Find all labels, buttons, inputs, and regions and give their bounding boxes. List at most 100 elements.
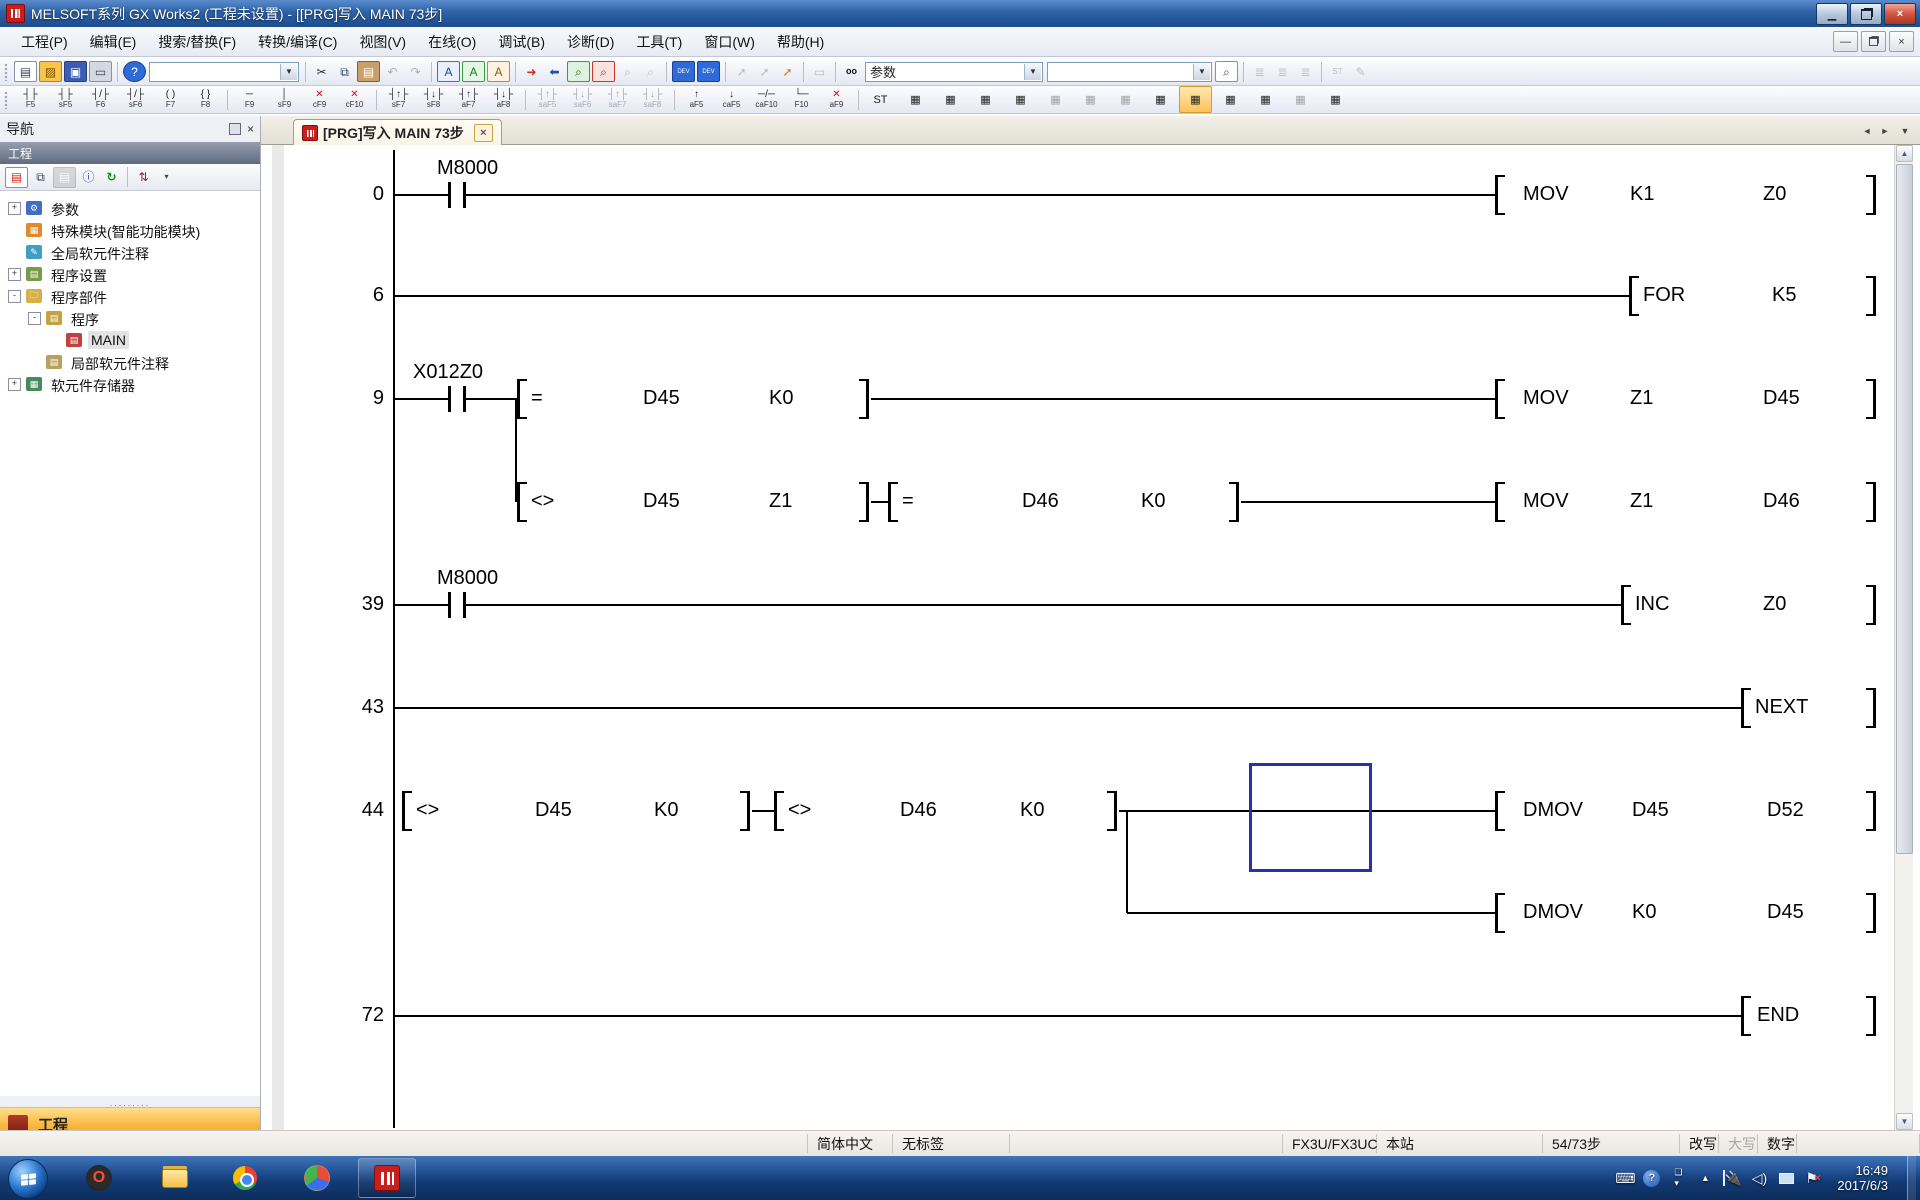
new-icon[interactable]: ▤ [14, 61, 37, 82]
device-comment-icon[interactable]: A [437, 61, 460, 82]
ladder-tool-aF7[interactable]: ┤↑├aF7 [452, 86, 485, 113]
toolbar-combo[interactable]: ▼ [1047, 62, 1212, 82]
menu-item-2[interactable]: 搜索/替换(F) [147, 28, 247, 56]
gx-works2-taskbar-icon[interactable] [358, 1158, 416, 1198]
ladder-editor-canvas[interactable] [261, 145, 1894, 1130]
tree-item-程序部件[interactable]: -🗀程序部件 [0, 285, 260, 307]
inline-st-box-icon[interactable]: ST [864, 86, 897, 113]
nav-sort-arrow[interactable]: ▾ [156, 168, 177, 187]
ladder-tool-sF5[interactable]: ┤├sF5 [49, 86, 82, 113]
tree-item-软元件存储器[interactable]: +▦软元件存储器 [0, 373, 260, 395]
mdi-minimize-button[interactable]: — [1833, 31, 1858, 52]
action-center-icon[interactable]: ⚑✕ [1804, 1170, 1822, 1187]
monitor-mode-icon[interactable]: ▦ [1214, 86, 1247, 113]
copy-icon[interactable]: ⧉ [334, 62, 355, 81]
scroll-down-icon[interactable]: ▼ [1896, 1113, 1913, 1130]
close-button[interactable]: × [1884, 3, 1916, 25]
tree-item-程序设置[interactable]: +▤程序设置 [0, 263, 260, 285]
edit-ladder-icon[interactable]: ▦ [899, 86, 932, 113]
tab-main-program[interactable]: [PRG]写入 MAIN 73步 × [293, 119, 502, 146]
mdi-restore-button[interactable] [1861, 31, 1886, 52]
browser-ball-icon[interactable] [288, 1158, 346, 1198]
read-plc-icon[interactable]: ⬅ [544, 62, 565, 81]
scrollbar-thumb[interactable] [1896, 164, 1913, 854]
edit-note-icon[interactable]: ▦ [1004, 86, 1037, 113]
combo-dropdown-icon[interactable]: ▼ [280, 64, 297, 80]
ladder-tool-aF8[interactable]: ┤↓├aF8 [487, 86, 520, 113]
menu-item-6[interactable]: 调试(B) [487, 28, 556, 56]
print-icon[interactable]: ▭ [89, 61, 112, 82]
keyboard-icon[interactable]: ⌨ [1616, 1170, 1634, 1187]
toolbar-combo[interactable]: ▼ [149, 62, 299, 82]
ladder-tool-cF9[interactable]: ✕cF9 [303, 86, 336, 113]
ladder-tool-sF6[interactable]: ┤/├sF6 [119, 86, 152, 113]
monitor-stop-icon[interactable]: ⌕ [592, 61, 615, 82]
menu-item-10[interactable]: 帮助(H) [766, 28, 835, 56]
network-icon[interactable] [1777, 1173, 1795, 1184]
minimize-button[interactable]: ▁ [1816, 3, 1848, 25]
cut-icon[interactable]: ✂ [311, 62, 332, 81]
find-doc-icon[interactable]: ⌕ [1215, 61, 1238, 82]
help-icon[interactable]: ? [123, 61, 146, 82]
pin-icon[interactable] [229, 123, 241, 135]
nav-refresh-icon[interactable]: ↻ [101, 168, 122, 187]
ime-help-icon[interactable]: ? [1643, 1170, 1660, 1187]
tab-scroll-left-icon[interactable]: ◄ [1858, 122, 1876, 140]
save-icon[interactable]: ▣ [64, 61, 87, 82]
ladder-edit-icon[interactable]: ▦ [1144, 86, 1177, 113]
scroll-up-icon[interactable]: ▲ [1896, 145, 1913, 162]
explorer-icon[interactable] [146, 1158, 204, 1198]
tree-item-参数[interactable]: +⚙参数 [0, 197, 260, 219]
tree-item-程序[interactable]: -▤程序 [0, 307, 260, 329]
ladder-tool-aF9[interactable]: ✕aF9 [820, 86, 853, 113]
battery-icon[interactable]: 🔌 [1723, 1170, 1741, 1187]
monitor-start-icon[interactable]: ⌕ [567, 61, 590, 82]
ladder-tool-F6[interactable]: ┤/├F6 [84, 86, 117, 113]
tree-item-MAIN[interactable]: ▤MAIN [0, 329, 260, 351]
menu-item-5[interactable]: 在线(O) [417, 28, 487, 56]
ladder-tool-sF9[interactable]: │sF9 [268, 86, 301, 113]
menu-item-9[interactable]: 窗口(W) [693, 28, 766, 56]
tab-list-icon[interactable]: ▼ [1896, 122, 1914, 140]
tree-expander-icon[interactable]: + [8, 378, 21, 391]
monitor-write-icon[interactable]: ▦ [1249, 86, 1282, 113]
tree-item-局部软元件注释[interactable]: ▤局部软元件注释 [0, 351, 260, 373]
dev-batch-icon[interactable]: DEV [697, 61, 720, 82]
ladder-tool-caF10[interactable]: ─/─caF10 [750, 86, 783, 113]
ladder-tool-F8[interactable]: { }F8 [189, 86, 222, 113]
ladder-tool-F10[interactable]: └─F10 [785, 86, 818, 113]
menu-item-3[interactable]: 转换/编译(C) [247, 28, 348, 56]
edit-statement-icon[interactable]: ▦ [969, 86, 1002, 113]
nav-new-icon[interactable]: ▤ [5, 167, 28, 188]
menu-item-7[interactable]: 诊断(D) [556, 28, 625, 56]
taskbar-clock[interactable]: 16:49 2017/6/3 [1837, 1163, 1888, 1193]
toolbar-combo-参数[interactable]: 参数▼ [865, 62, 1043, 82]
show-hidden-icons[interactable]: ▲ [1696, 1173, 1714, 1183]
menu-item-0[interactable]: 工程(P) [10, 28, 79, 56]
volume-icon[interactable]: ◁) [1750, 1170, 1768, 1187]
mdi-close-button[interactable]: × [1889, 31, 1914, 52]
edit-comment-icon[interactable]: ▦ [934, 86, 967, 113]
tab-close-icon[interactable]: × [474, 124, 493, 142]
restore-small-icon[interactable]: ❏▾ [1669, 1167, 1687, 1189]
ladder-tool-sF8[interactable]: ┤↓├sF8 [417, 86, 450, 113]
opera-icon[interactable]: O [70, 1158, 128, 1198]
ladder-tool-F9[interactable]: ─F9 [233, 86, 266, 113]
menu-item-8[interactable]: 工具(T) [625, 28, 693, 56]
combo-dropdown-icon[interactable]: ▼ [1193, 64, 1210, 80]
show-desktop-button[interactable] [1907, 1156, 1916, 1200]
tree-expander-icon[interactable]: - [8, 290, 21, 303]
open-icon[interactable]: ▨ [39, 61, 62, 82]
tree-expander-icon[interactable]: + [8, 202, 21, 215]
find-icon[interactable]: oo [841, 62, 862, 81]
menu-item-4[interactable]: 视图(V) [348, 28, 417, 56]
nav-close-icon[interactable]: × [247, 122, 254, 136]
write-plc-icon[interactable]: ➜ [521, 62, 542, 81]
zoom-time-icon[interactable]: ▦ [1319, 86, 1352, 113]
tree-item-全局软元件注释[interactable]: ✎全局软元件注释 [0, 241, 260, 263]
ladder-tool-cF10[interactable]: ✕cF10 [338, 86, 371, 113]
nav-sort-icon[interactable]: ⇅ [133, 168, 154, 187]
tab-scroll-right-icon[interactable]: ► [1876, 122, 1894, 140]
ladder-tool-sF7[interactable]: ┤↑├sF7 [382, 86, 415, 113]
tree-item-特殊模块(智能功能模块)[interactable]: ▦特殊模块(智能功能模块) [0, 219, 260, 241]
